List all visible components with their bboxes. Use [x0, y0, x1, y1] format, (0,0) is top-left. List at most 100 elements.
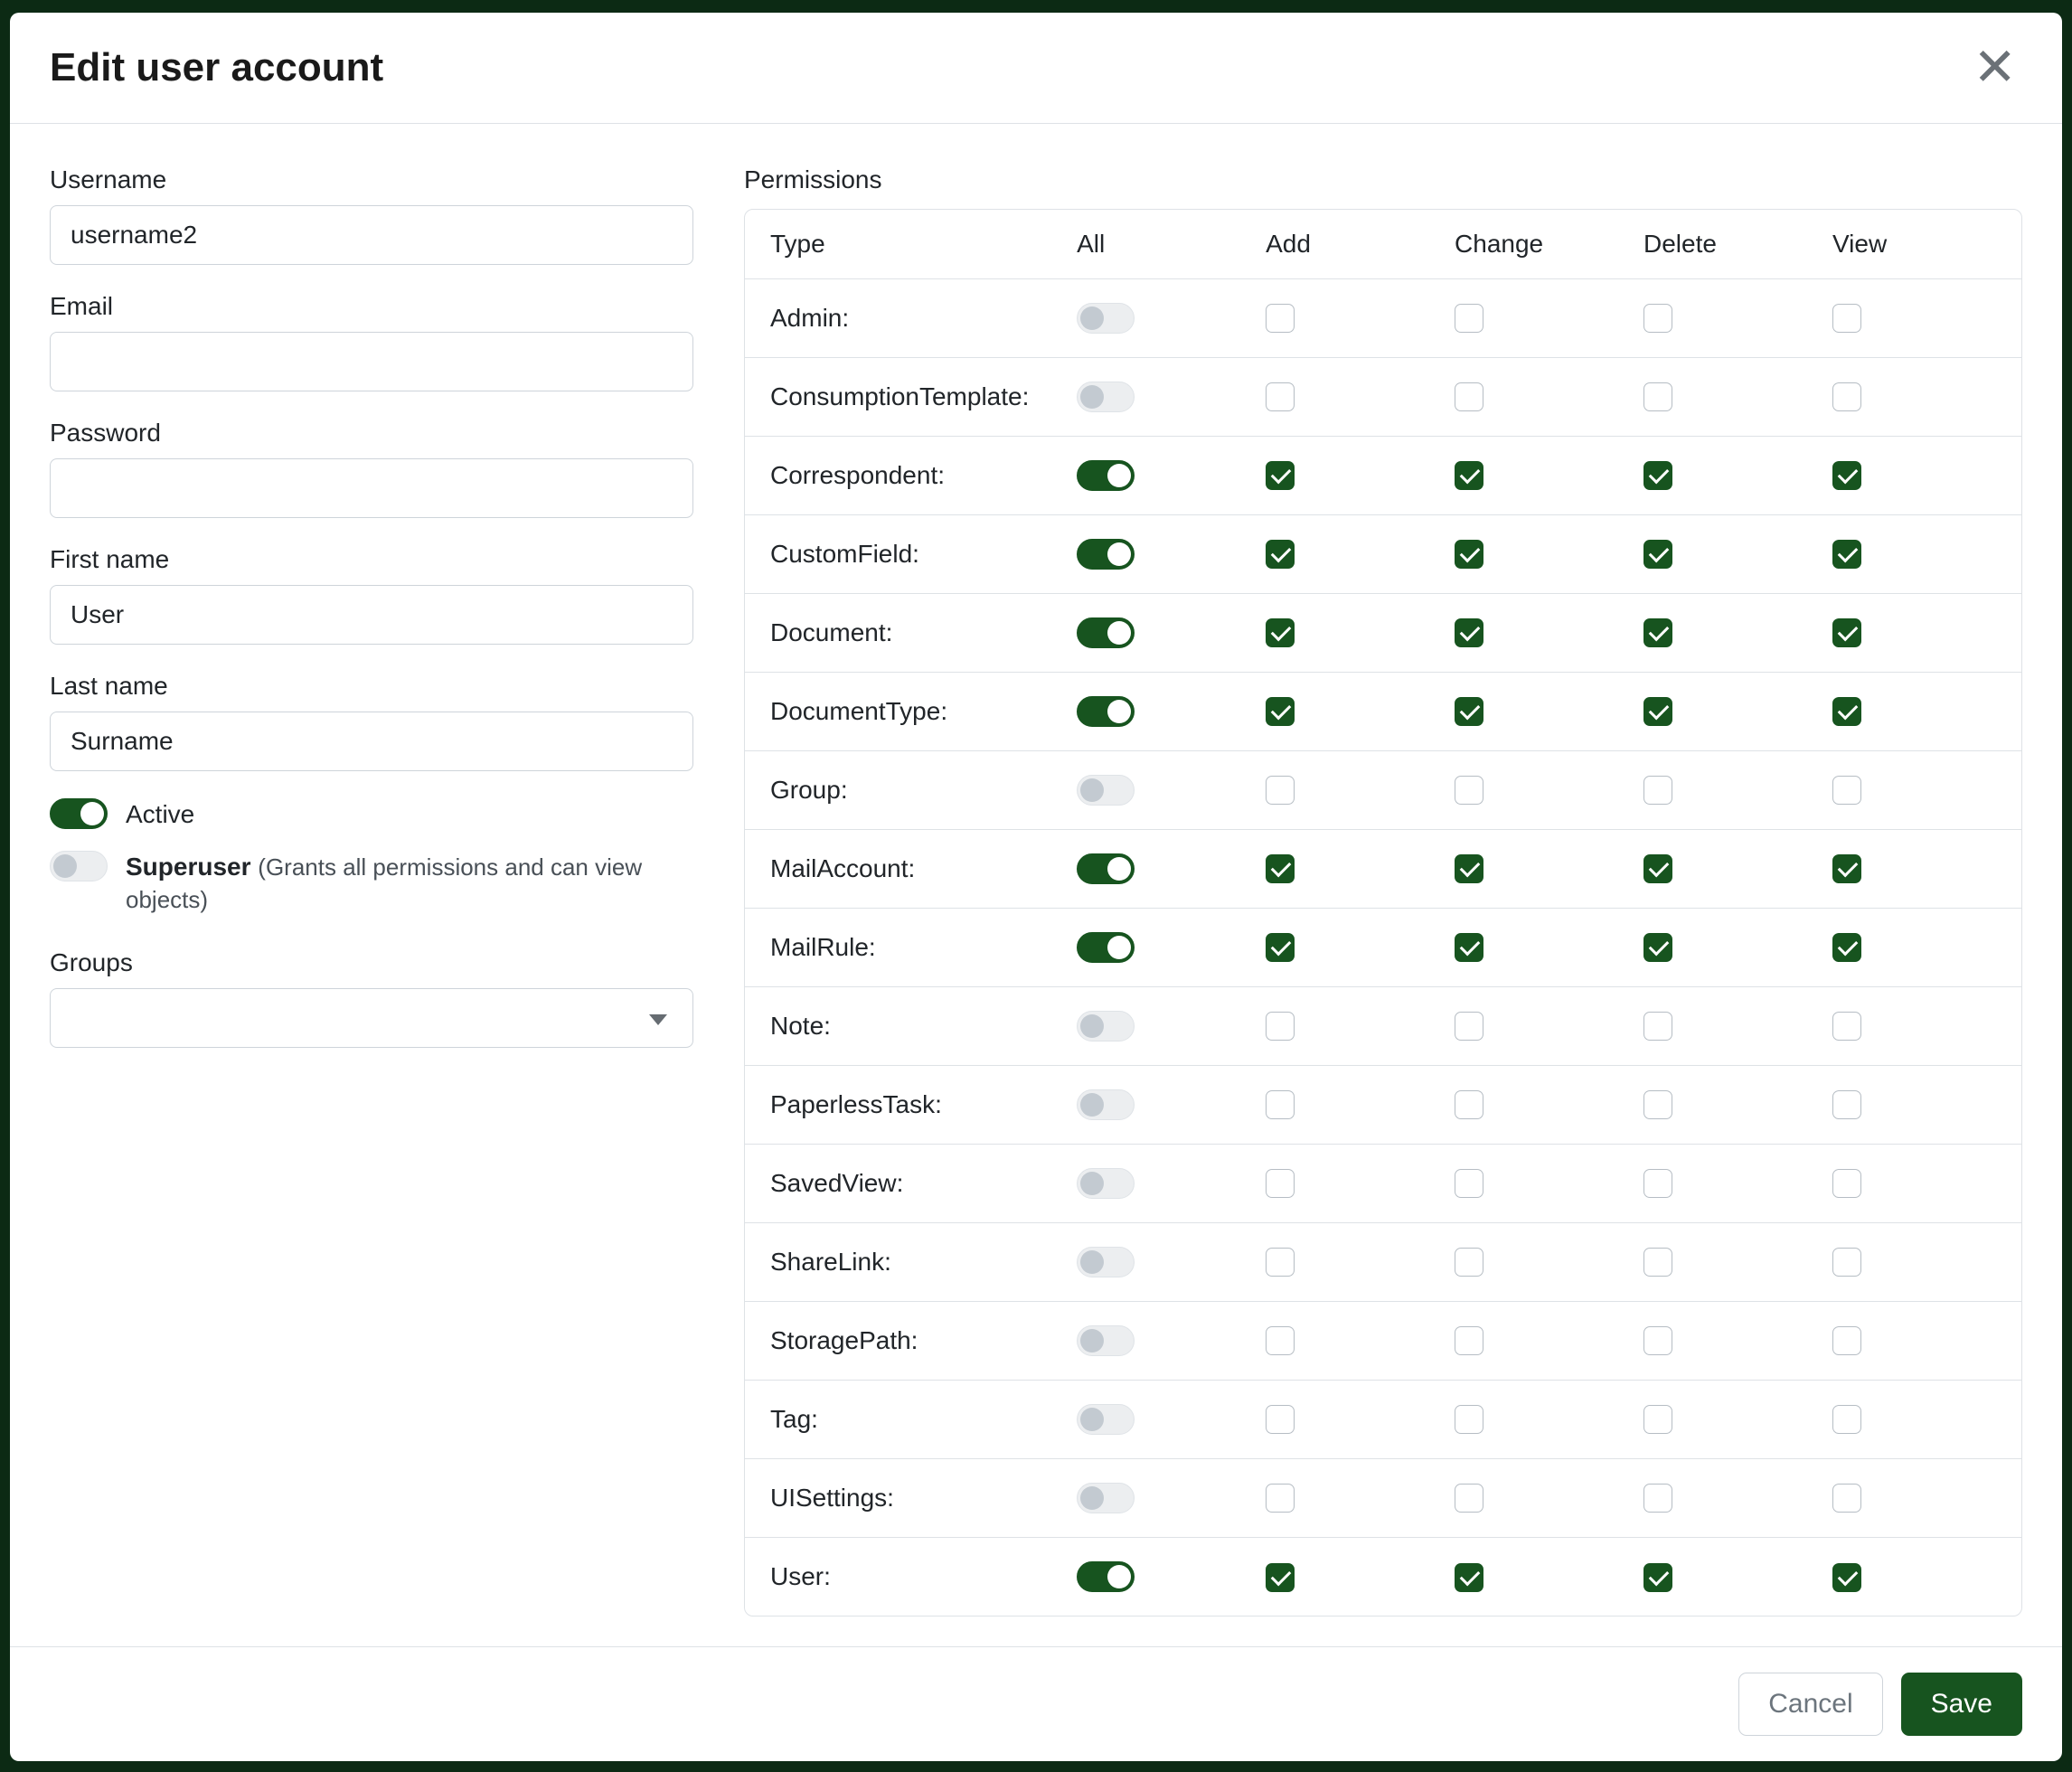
perm-checkbox-view[interactable] [1832, 854, 1861, 883]
perm-checkbox-change[interactable] [1455, 1484, 1483, 1513]
perm-checkbox-add[interactable] [1266, 382, 1295, 411]
close-icon[interactable]: ✕ [1967, 42, 2022, 94]
perm-checkbox-add[interactable] [1266, 776, 1295, 805]
perm-checkbox-view[interactable] [1832, 776, 1861, 805]
perm-checkbox-delete[interactable] [1643, 1090, 1672, 1119]
perm-checkbox-view[interactable] [1832, 1248, 1861, 1277]
perm-toggle-all[interactable] [1077, 1561, 1135, 1592]
perm-checkbox-change[interactable] [1455, 382, 1483, 411]
first-name-field[interactable] [50, 585, 693, 645]
perm-checkbox-change[interactable] [1455, 1248, 1483, 1277]
perm-checkbox-delete[interactable] [1643, 618, 1672, 647]
perm-toggle-all[interactable] [1077, 1011, 1135, 1042]
perm-toggle-all[interactable] [1077, 775, 1135, 806]
permission-row: MailAccount: [745, 829, 2021, 908]
perm-checkbox-add[interactable] [1266, 304, 1295, 333]
perm-checkbox-delete[interactable] [1643, 1563, 1672, 1592]
perm-toggle-all[interactable] [1077, 1168, 1135, 1199]
perm-toggle-all[interactable] [1077, 1247, 1135, 1277]
perm-checkbox-add[interactable] [1266, 461, 1295, 490]
perm-checkbox-delete[interactable] [1643, 1248, 1672, 1277]
perm-checkbox-change[interactable] [1455, 1326, 1483, 1355]
perm-checkbox-add[interactable] [1266, 1090, 1295, 1119]
save-button[interactable]: Save [1901, 1673, 2022, 1736]
perm-checkbox-add[interactable] [1266, 1012, 1295, 1041]
first-name-label: First name [50, 545, 693, 574]
perm-toggle-all[interactable] [1077, 539, 1135, 570]
perm-checkbox-change[interactable] [1455, 1090, 1483, 1119]
perm-checkbox-delete[interactable] [1643, 854, 1672, 883]
permission-type-label: Note: [745, 986, 1077, 1065]
perm-checkbox-change[interactable] [1455, 618, 1483, 647]
perm-checkbox-change[interactable] [1455, 304, 1483, 333]
perm-checkbox-add[interactable] [1266, 540, 1295, 569]
perm-checkbox-change[interactable] [1455, 540, 1483, 569]
perm-checkbox-change[interactable] [1455, 933, 1483, 962]
perm-checkbox-change[interactable] [1455, 1012, 1483, 1041]
perm-checkbox-add[interactable] [1266, 618, 1295, 647]
perm-checkbox-add[interactable] [1266, 1405, 1295, 1434]
perm-checkbox-view[interactable] [1832, 1563, 1861, 1592]
perm-checkbox-view[interactable] [1832, 933, 1861, 962]
groups-select[interactable] [50, 988, 693, 1048]
perm-toggle-all[interactable] [1077, 1325, 1135, 1356]
perm-checkbox-add[interactable] [1266, 933, 1295, 962]
perm-checkbox-add[interactable] [1266, 1248, 1295, 1277]
perm-checkbox-view[interactable] [1832, 1326, 1861, 1355]
perm-toggle-all[interactable] [1077, 1483, 1135, 1513]
perm-checkbox-delete[interactable] [1643, 697, 1672, 726]
perm-checkbox-view[interactable] [1832, 1169, 1861, 1198]
perm-toggle-all[interactable] [1077, 1404, 1135, 1435]
perm-checkbox-view[interactable] [1832, 1405, 1861, 1434]
perm-toggle-all[interactable] [1077, 460, 1135, 491]
cancel-button[interactable]: Cancel [1738, 1673, 1882, 1736]
perm-checkbox-delete[interactable] [1643, 382, 1672, 411]
perm-checkbox-delete[interactable] [1643, 540, 1672, 569]
perm-checkbox-delete[interactable] [1643, 933, 1672, 962]
perm-toggle-all[interactable] [1077, 617, 1135, 648]
perm-checkbox-add[interactable] [1266, 1484, 1295, 1513]
perm-checkbox-add[interactable] [1266, 697, 1295, 726]
perm-checkbox-delete[interactable] [1643, 1484, 1672, 1513]
perm-checkbox-delete[interactable] [1643, 1405, 1672, 1434]
perm-checkbox-change[interactable] [1455, 1169, 1483, 1198]
perm-checkbox-view[interactable] [1832, 1090, 1861, 1119]
perm-checkbox-delete[interactable] [1643, 1012, 1672, 1041]
perm-checkbox-view[interactable] [1832, 304, 1861, 333]
perm-checkbox-add[interactable] [1266, 1169, 1295, 1198]
perm-checkbox-change[interactable] [1455, 854, 1483, 883]
perm-toggle-all[interactable] [1077, 303, 1135, 334]
perm-checkbox-delete[interactable] [1643, 1169, 1672, 1198]
perm-checkbox-delete[interactable] [1643, 776, 1672, 805]
perm-checkbox-add[interactable] [1266, 1326, 1295, 1355]
perm-toggle-all[interactable] [1077, 853, 1135, 884]
perm-checkbox-view[interactable] [1832, 382, 1861, 411]
perm-checkbox-view[interactable] [1832, 1484, 1861, 1513]
perm-checkbox-change[interactable] [1455, 776, 1483, 805]
perm-checkbox-change[interactable] [1455, 697, 1483, 726]
perm-checkbox-delete[interactable] [1643, 1326, 1672, 1355]
perm-checkbox-change[interactable] [1455, 1405, 1483, 1434]
perm-checkbox-delete[interactable] [1643, 461, 1672, 490]
perm-checkbox-view[interactable] [1832, 618, 1861, 647]
perm-checkbox-view[interactable] [1832, 1012, 1861, 1041]
perm-checkbox-view[interactable] [1832, 461, 1861, 490]
perm-checkbox-add[interactable] [1266, 1563, 1295, 1592]
username-input[interactable] [50, 205, 693, 265]
perm-toggle-all[interactable] [1077, 382, 1135, 412]
perm-checkbox-view[interactable] [1832, 697, 1861, 726]
perm-checkbox-change[interactable] [1455, 461, 1483, 490]
perm-checkbox-delete[interactable] [1643, 304, 1672, 333]
permission-row: SavedView: [745, 1144, 2021, 1222]
perm-toggle-all[interactable] [1077, 932, 1135, 963]
superuser-toggle[interactable] [50, 851, 108, 881]
perm-checkbox-view[interactable] [1832, 540, 1861, 569]
perm-toggle-all[interactable] [1077, 696, 1135, 727]
last-name-field[interactable] [50, 712, 693, 771]
perm-checkbox-change[interactable] [1455, 1563, 1483, 1592]
active-toggle[interactable] [50, 798, 108, 829]
password-field[interactable] [50, 458, 693, 518]
perm-checkbox-add[interactable] [1266, 854, 1295, 883]
perm-toggle-all[interactable] [1077, 1089, 1135, 1120]
email-field[interactable] [50, 332, 693, 391]
